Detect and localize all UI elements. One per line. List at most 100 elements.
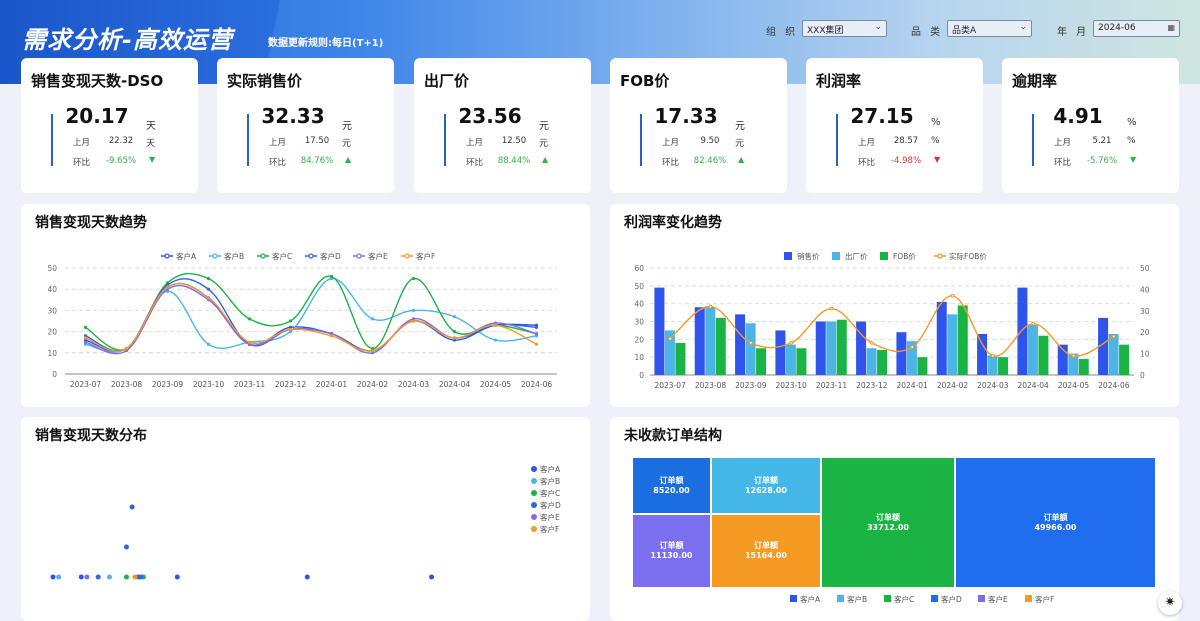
margin-trend-chart: 0 10 20 30 40 50 60 0 10 20 30 40 50 2023-07 2023-08 20… <box>634 251 1150 390</box>
legend-swatch <box>531 466 537 472</box>
arrow-up-icon: ▲ <box>738 155 745 164</box>
kpi-value: 4.91 <box>1053 104 1103 128</box>
treemap-cell-label: 订单额 <box>1043 512 1068 522</box>
kpi-last-value: 9.50 <box>700 136 720 146</box>
legend-label[interactable]: 客户A <box>176 251 197 261</box>
calendar-icon: ▦ <box>1167 23 1175 32</box>
filter-month-label: 年 月 <box>1057 27 1090 38</box>
data-point <box>950 293 955 298</box>
y-right-tick-label: 0 <box>1140 371 1145 380</box>
filter-month-value: 2024-06 <box>1098 23 1136 33</box>
bar <box>826 321 837 375</box>
data-point <box>329 274 334 279</box>
bar <box>1119 344 1130 375</box>
dso-trend-panel: 销售变现天数趋势 0 10 20 30 40 50 2023-07 2023-08 2023-0… <box>21 204 590 407</box>
legend-label[interactable]: 客户A <box>540 464 561 474</box>
data-point <box>124 346 129 351</box>
y-right-tick-label: 10 <box>1140 350 1150 359</box>
legend-label[interactable]: 销售价 <box>797 251 820 261</box>
legend-label[interactable]: 客户D <box>320 251 341 261</box>
treemap-cell-label: 订单额 <box>754 541 778 551</box>
filter-org-value: XXX集团 <box>807 26 844 36</box>
scatter-point <box>78 574 84 580</box>
kpi-card: FOB价 17.33 元 上月 9.50 元 环比 82.46% ▲ <box>610 58 787 193</box>
treemap-cell-label: 订单额 <box>659 541 684 551</box>
data-point <box>534 325 539 329</box>
legend-swatch-dot <box>937 253 943 259</box>
x-tick-label: 2024-06 <box>1098 381 1130 390</box>
data-point <box>990 353 995 358</box>
bar <box>1108 333 1119 375</box>
legend-label[interactable]: 客户F <box>540 524 559 534</box>
filter-category-select[interactable]: 品类A ⌄ <box>947 20 1032 37</box>
filter-month-input[interactable]: 2024-06 ▦ <box>1093 20 1180 37</box>
kpi-last-value: 17.50 <box>304 136 330 146</box>
kpi-title: 利润率 <box>816 72 862 90</box>
treemap-cell[interactable]: 订单额 8520.00 <box>632 457 711 514</box>
legend-label[interactable]: 客户F <box>416 251 435 261</box>
legend-label[interactable]: 客户E <box>988 594 1008 604</box>
treemap-cell[interactable]: 订单额 49966.00 <box>955 457 1156 588</box>
data-point <box>493 338 498 342</box>
bar <box>654 287 665 375</box>
legend-label[interactable]: 客户F <box>1035 594 1054 604</box>
legend-label[interactable]: 客户B <box>847 594 867 604</box>
data-point <box>411 308 416 312</box>
x-tick-label: 2023-08 <box>695 381 727 390</box>
x-tick-label: 2024-01 <box>896 381 928 390</box>
x-tick-label: 2024-02 <box>937 381 969 390</box>
treemap-cell[interactable]: 订单额 15164.00 <box>711 514 821 588</box>
y-tick-label: 0 <box>52 370 57 379</box>
bar <box>957 305 968 375</box>
legend-label[interactable]: 客户B <box>224 251 244 261</box>
treemap-cell[interactable]: 订单额 11130.00 <box>632 514 711 588</box>
series-line <box>85 272 537 351</box>
margin-trend-panel: 利润率变化趋势 0 10 20 30 40 50 60 0 10 20 30 40 50 2023-07 2… <box>610 204 1179 407</box>
kpi-last-value: 22.32 <box>108 136 134 146</box>
legend-label[interactable]: 客户A <box>800 594 821 604</box>
kpi-accent-bar <box>247 114 249 166</box>
treemap-cell[interactable]: 订单额 33712.00 <box>821 457 955 588</box>
legend-label[interactable]: 客户C <box>894 594 914 604</box>
kpi-unit: % <box>1127 117 1137 128</box>
kpi-accent-bar <box>1032 114 1034 166</box>
x-tick-label: 2024-06 <box>521 380 553 389</box>
y-tick-label: 20 <box>47 328 57 337</box>
legend-label[interactable]: 客户C <box>272 251 292 261</box>
legend-label[interactable]: 客户D <box>540 500 561 510</box>
chevron-down-icon: ⌄ <box>874 22 882 32</box>
kpi-last-label: 上月 <box>1054 138 1072 148</box>
bar <box>756 348 767 375</box>
legend-swatch <box>978 595 985 602</box>
legend-label[interactable]: 客户D <box>941 594 962 604</box>
kpi-last-value: 12.50 <box>501 136 527 146</box>
x-tick-label: 2024-01 <box>316 380 348 389</box>
legend-label[interactable]: 客户B <box>540 476 560 486</box>
data-point <box>1111 334 1116 339</box>
legend-swatch-dot <box>404 253 410 259</box>
kpi-value: 23.56 <box>458 104 522 128</box>
data-point <box>748 341 753 345</box>
data-point <box>288 327 293 332</box>
bug-icon[interactable]: ✷ <box>1158 591 1182 615</box>
kpi-title: 逾期率 <box>1012 72 1058 90</box>
filter-org-select[interactable]: XXX集团 ⌄ <box>802 20 887 37</box>
x-tick-label: 2024-03 <box>977 381 1009 390</box>
x-tick-label: 2023-08 <box>111 380 143 389</box>
kpi-unit: 天 <box>146 121 156 132</box>
legend-label[interactable]: 出厂价 <box>845 251 868 261</box>
treemap-cell[interactable]: 订单额 12628.00 <box>711 457 821 514</box>
y-tick-label: 50 <box>634 282 644 291</box>
legend-label[interactable]: 客户C <box>540 488 560 498</box>
data-point <box>534 342 539 346</box>
kpi-card: 利润率 27.15 % 上月 28.57 % 环比 -4.98% ▼ <box>806 58 983 193</box>
data-point <box>452 315 457 319</box>
legend-label[interactable]: 客户E <box>540 512 560 522</box>
legend-label[interactable]: 客户E <box>368 251 388 261</box>
x-tick-label: 2023-07 <box>70 380 102 389</box>
kpi-ratio-value: 82.46% <box>693 156 727 166</box>
kpi-value: 32.33 <box>261 104 325 128</box>
bar <box>877 350 888 375</box>
legend-label[interactable]: 实际FOB价 <box>949 251 987 261</box>
legend-label[interactable]: FOB价 <box>893 252 916 261</box>
